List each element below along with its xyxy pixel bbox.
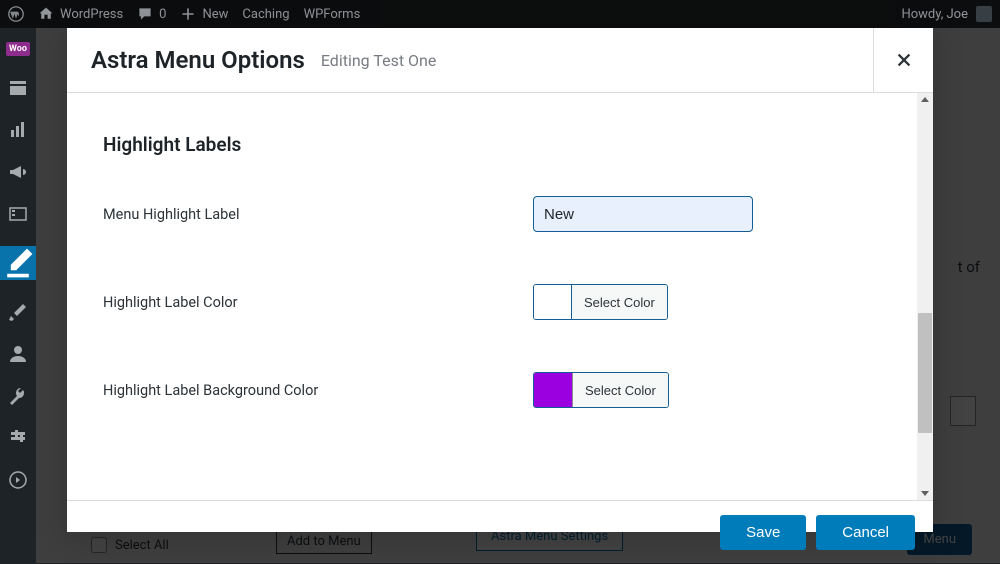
- avatar[interactable]: [976, 6, 992, 22]
- comments-count: 0: [159, 7, 166, 22]
- menu-highlight-label-row: Menu Highlight Label: [103, 196, 881, 232]
- users-icon[interactable]: [8, 344, 28, 364]
- highlight-label-color-swatch[interactable]: [534, 285, 572, 319]
- menu-highlight-label-input[interactable]: [533, 196, 753, 232]
- dashboard-icon[interactable]: [8, 78, 28, 98]
- modal-header: Astra Menu Options Editing Test One: [67, 28, 933, 93]
- analytics-icon[interactable]: [8, 120, 28, 140]
- cancel-button[interactable]: Cancel: [816, 515, 915, 550]
- home-icon: [38, 6, 54, 22]
- astra-menu-options-modal: Astra Menu Options Editing Test One High…: [67, 28, 933, 532]
- new-label: New: [202, 7, 228, 22]
- caching-link[interactable]: Caching: [242, 7, 289, 22]
- modal-title: Astra Menu Options: [91, 46, 305, 74]
- woocommerce-icon[interactable]: Woo: [6, 42, 30, 56]
- close-icon: [895, 51, 913, 69]
- highlight-label-bg-color-button[interactable]: Select Color: [572, 373, 668, 407]
- highlight-label-bg-color-swatch[interactable]: [534, 373, 572, 407]
- media-icon[interactable]: [8, 204, 28, 224]
- site-name-link[interactable]: WordPress: [38, 6, 123, 22]
- admin-bar: WordPress 0 New Caching WPForms Howdy, J…: [0, 0, 1000, 28]
- site-name: WordPress: [60, 7, 123, 22]
- highlight-label-bg-color-row: Highlight Label Background Color Select …: [103, 372, 881, 408]
- scroll-up-icon[interactable]: [921, 97, 929, 102]
- comment-icon: [137, 6, 153, 22]
- wpforms-link[interactable]: WPForms: [304, 7, 361, 22]
- highlight-label-bg-color-label: Highlight Label Background Color: [103, 382, 533, 399]
- modal-body: Highlight Labels Menu Highlight Label Hi…: [67, 93, 917, 500]
- collapse-icon[interactable]: [8, 470, 28, 490]
- plus-icon: [180, 6, 196, 22]
- highlight-label-color-label: Highlight Label Color: [103, 294, 533, 311]
- megaphone-icon[interactable]: [8, 162, 28, 182]
- howdy-text[interactable]: Howdy, Joe: [901, 7, 968, 22]
- scroll-down-icon[interactable]: [921, 491, 929, 496]
- highlight-label-color-row: Highlight Label Color Select Color: [103, 284, 881, 320]
- settings-icon[interactable]: [8, 428, 28, 448]
- highlight-label-color-control: Select Color: [533, 284, 668, 320]
- menu-highlight-label-label: Menu Highlight Label: [103, 206, 533, 223]
- modal-scrollbar[interactable]: [917, 93, 933, 500]
- tools-icon[interactable]: [8, 386, 28, 406]
- highlight-label-color-button[interactable]: Select Color: [572, 285, 667, 319]
- wordpress-logo-icon[interactable]: [8, 6, 24, 22]
- comments-link[interactable]: 0: [137, 6, 166, 22]
- section-title: Highlight Labels: [103, 133, 881, 156]
- highlight-label-bg-color-control: Select Color: [533, 372, 669, 408]
- plugins-icon[interactable]: [8, 302, 28, 322]
- appearance-icon[interactable]: [0, 246, 36, 280]
- modal-subtitle: Editing Test One: [321, 51, 437, 70]
- scrollbar-thumb[interactable]: [918, 313, 932, 433]
- save-button[interactable]: Save: [720, 515, 806, 550]
- admin-sidebar: Woo: [0, 28, 36, 563]
- close-button[interactable]: [873, 28, 933, 92]
- modal-footer: Save Cancel: [67, 500, 933, 564]
- new-content-link[interactable]: New: [180, 6, 228, 22]
